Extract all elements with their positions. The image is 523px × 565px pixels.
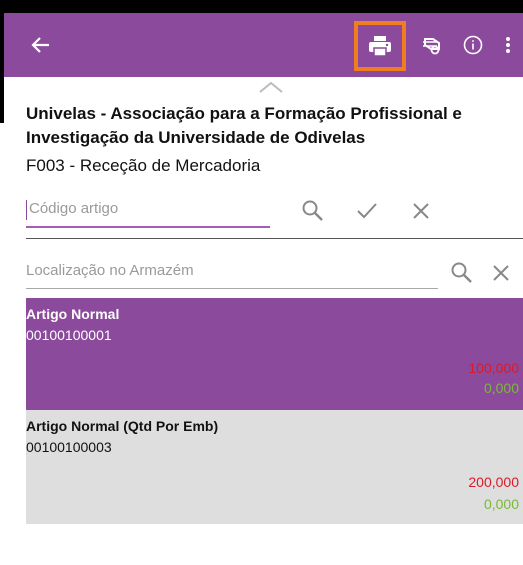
list-item[interactable]: Artigo Normal 00100100001 100,000 0,000: [26, 298, 523, 410]
clear-location-icon[interactable]: [486, 258, 516, 288]
section-divider: [26, 238, 523, 239]
collapse-chevron-up-icon[interactable]: [258, 80, 284, 99]
location-input[interactable]: Localização no Armazém: [26, 258, 438, 289]
company-name: Univelas - Associação para a Formação Pr…: [26, 104, 462, 147]
text-cursor: [26, 200, 27, 220]
print-button[interactable]: [354, 21, 406, 71]
scan-icon[interactable]: [415, 13, 449, 77]
code-input[interactable]: Código artigo: [26, 196, 270, 228]
document-title: F003 - Receção de Mercadoria: [26, 156, 261, 175]
item-code: 00100100001: [26, 327, 112, 343]
item-code: 00100100003: [26, 439, 112, 455]
item-name: Artigo Normal: [26, 306, 120, 322]
location-input-placeholder: Localização no Armazém: [26, 262, 194, 279]
print-icon: [369, 36, 391, 57]
search-location-icon[interactable]: [446, 258, 478, 288]
item-qty-required: 200,000: [468, 474, 519, 490]
item-qty-done: 0,000: [483, 380, 519, 396]
item-qty-required: 100,000: [468, 360, 519, 376]
info-icon[interactable]: [456, 13, 490, 77]
back-arrow-icon[interactable]: [26, 13, 56, 77]
clear-code-icon[interactable]: [404, 196, 438, 226]
more-vert-icon[interactable]: [500, 13, 516, 77]
item-qty-done: 0,000: [483, 496, 519, 512]
list-item[interactable]: Artigo Normal (Qtd Por Emb) 00100100003 …: [26, 410, 523, 524]
search-code-icon[interactable]: [296, 196, 330, 226]
app-toolbar: [4, 13, 523, 77]
confirm-check-icon[interactable]: [350, 196, 384, 226]
item-name: Artigo Normal (Qtd Por Emb): [26, 418, 219, 434]
top-border: [0, 0, 523, 13]
code-input-placeholder: Código artigo: [29, 200, 119, 217]
